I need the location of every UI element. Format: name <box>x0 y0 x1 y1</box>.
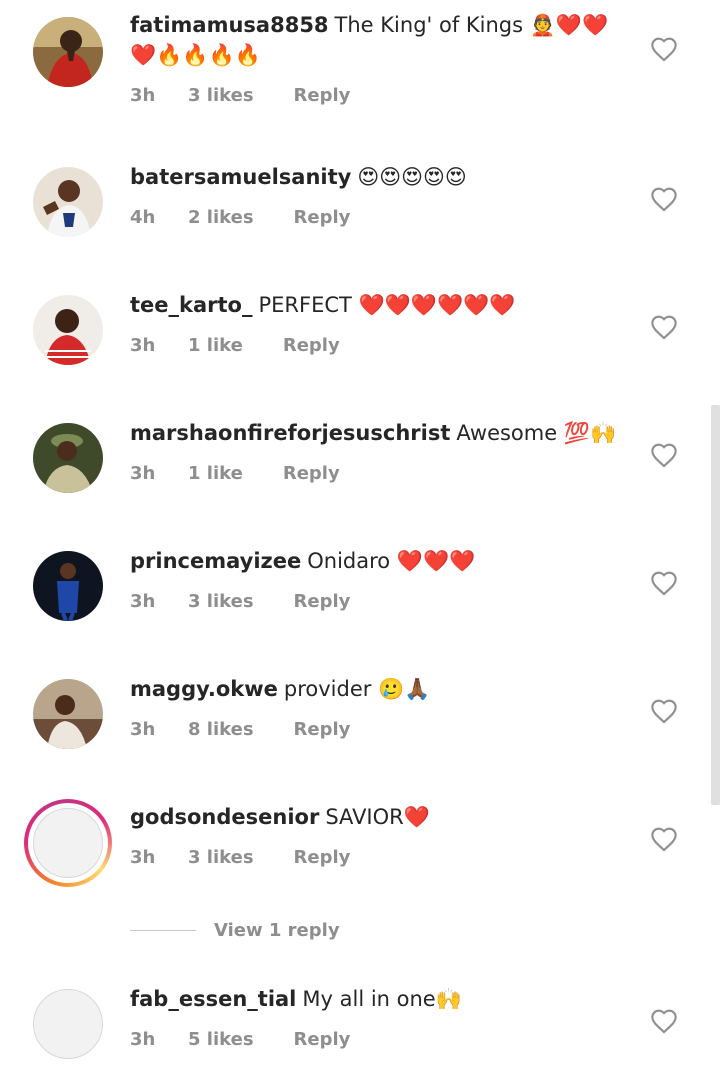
comment-likes[interactable]: 3 likes <box>188 591 254 612</box>
comment-time: 3h <box>130 335 156 356</box>
comment-username[interactable]: godsondesenior <box>130 805 319 829</box>
comment-username[interactable]: princemayizee <box>130 549 301 573</box>
avatar[interactable] <box>33 679 103 749</box>
heart-outline-icon[interactable] <box>650 698 678 724</box>
reply-button[interactable]: Reply <box>294 719 351 740</box>
comment-likes[interactable]: 3 likes <box>188 847 254 868</box>
comment-body: SAVIOR❤️ <box>325 805 430 829</box>
comment-username[interactable]: fatimamusa8858 <box>130 13 329 37</box>
heart-outline-icon[interactable] <box>650 36 678 62</box>
comment-meta: 4h 2 likes Reply <box>130 207 350 228</box>
comment-username[interactable]: marshaonfireforjesuschrist <box>130 421 450 445</box>
comment-likes[interactable]: 2 likes <box>188 207 254 228</box>
comment-body: Onidaro ❤️❤️❤️ <box>307 549 476 573</box>
reply-button[interactable]: Reply <box>294 1029 351 1050</box>
comment-meta: 3h 1 like Reply <box>130 463 340 484</box>
comment-body: Awesome 💯🙌 <box>456 421 617 445</box>
comment-body: provider 🥲🙏🏾 <box>283 677 431 701</box>
avatar[interactable] <box>33 989 103 1059</box>
comment-body: My all in one🙌 <box>302 987 462 1011</box>
comment-text: princemayizee Onidaro ❤️❤️❤️ <box>130 546 630 576</box>
comment-meta: 3h 5 likes Reply <box>130 1029 350 1050</box>
comment-body: 😍😍😍😍😍 <box>357 165 467 189</box>
comment-time: 3h <box>130 719 156 740</box>
comment-username[interactable]: fab_essen_tial <box>130 987 296 1011</box>
reply-button[interactable]: Reply <box>283 463 340 484</box>
comment-time: 3h <box>130 591 156 612</box>
avatar-story-ring[interactable] <box>24 799 112 887</box>
heart-outline-icon[interactable] <box>650 314 678 340</box>
avatar[interactable] <box>33 423 103 493</box>
comment-time: 3h <box>130 463 156 484</box>
comment-text: batersamuelsanity 😍😍😍😍😍 <box>130 162 630 192</box>
reply-button[interactable]: Reply <box>294 207 351 228</box>
comment-likes[interactable]: 1 like <box>188 335 243 356</box>
avatar[interactable] <box>33 17 103 87</box>
comment-time: 4h <box>130 207 156 228</box>
reply-button[interactable]: Reply <box>294 847 351 868</box>
heart-outline-icon[interactable] <box>650 570 678 596</box>
heart-outline-icon[interactable] <box>650 1008 678 1034</box>
comment-meta: 3h 3 likes Reply <box>130 85 350 106</box>
comment-body: PERFECT ❤️❤️❤️❤️❤️❤️ <box>258 293 516 317</box>
comment-username[interactable]: batersamuelsanity <box>130 165 351 189</box>
heart-outline-icon[interactable] <box>650 442 678 468</box>
comment-meta: 3h 8 likes Reply <box>130 719 350 740</box>
comment-text: maggy.okwe provider 🥲🙏🏾 <box>130 674 630 704</box>
comment-username[interactable]: maggy.okwe <box>130 677 278 701</box>
comment-text: marshaonfireforjesuschrist Awesome 💯🙌 <box>130 418 630 448</box>
avatar <box>33 808 103 878</box>
heart-outline-icon[interactable] <box>650 186 678 212</box>
avatar[interactable] <box>33 551 103 621</box>
comment-time: 3h <box>130 847 156 868</box>
comment-likes[interactable]: 8 likes <box>188 719 254 740</box>
comment-text: godsondesenior SAVIOR❤️ <box>130 802 630 832</box>
heart-outline-icon[interactable] <box>650 826 678 852</box>
avatar[interactable] <box>33 295 103 365</box>
reply-button[interactable]: Reply <box>294 85 351 106</box>
comment-time: 3h <box>130 1029 156 1050</box>
comment-text: fab_essen_tial My all in one🙌 <box>130 984 630 1014</box>
comment-meta: 3h 1 like Reply <box>130 335 340 356</box>
view-replies-label: View 1 reply <box>214 919 340 941</box>
comment-meta: 3h 3 likes Reply <box>130 847 350 868</box>
comment-meta: 3h 3 likes Reply <box>130 591 350 612</box>
comment-username[interactable]: tee_karto_ <box>130 293 252 317</box>
reply-button[interactable]: Reply <box>294 591 351 612</box>
comment-text: tee_karto_ PERFECT ❤️❤️❤️❤️❤️❤️ <box>130 290 630 320</box>
scrollbar[interactable] <box>711 405 720 805</box>
comment-time: 3h <box>130 85 156 106</box>
avatar[interactable] <box>33 167 103 237</box>
comment-likes[interactable]: 5 likes <box>188 1029 254 1050</box>
comment-text: fatimamusa8858 The King' of Kings 👲❤️❤️❤️… <box>130 10 630 70</box>
view-replies-divider <box>130 929 196 931</box>
reply-button[interactable]: Reply <box>283 335 340 356</box>
view-replies-button[interactable]: View 1 reply <box>130 916 340 944</box>
comment-likes[interactable]: 3 likes <box>188 85 254 106</box>
comment-likes[interactable]: 1 like <box>188 463 243 484</box>
